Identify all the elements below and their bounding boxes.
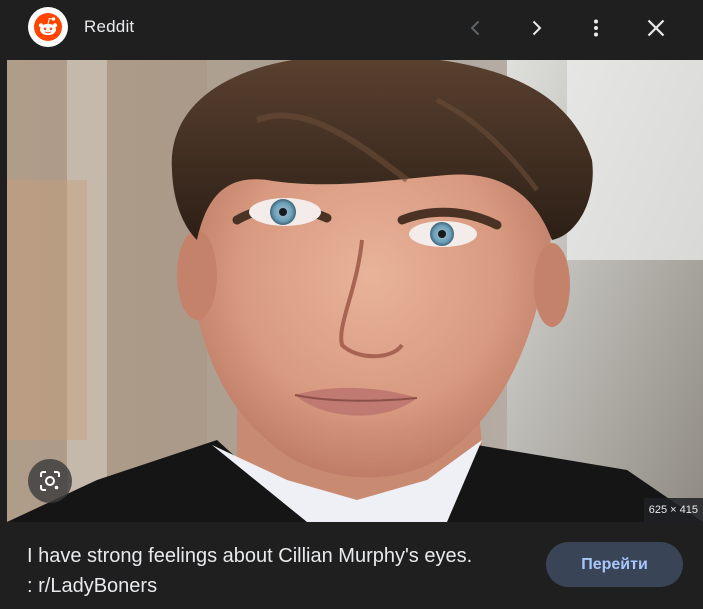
google-lens-icon [40, 471, 60, 491]
site-name[interactable]: Reddit [84, 17, 134, 37]
chevron-right-icon [532, 20, 542, 36]
image-preview-panel: Reddit 625 × 415 I have strong feelings … [0, 0, 703, 609]
close-button[interactable] [636, 8, 676, 48]
preview-image[interactable]: 625 × 415 [7, 60, 703, 522]
portrait-photo [7, 60, 703, 522]
result-title-line-1[interactable]: I have strong feelings about Cillian Mur… [27, 541, 537, 571]
reddit-logo-icon[interactable] [28, 7, 68, 47]
result-title-line-2[interactable]: : r/LadyBoners [27, 571, 537, 601]
previous-button[interactable] [456, 8, 496, 48]
close-icon [647, 19, 665, 37]
more-options-button[interactable] [576, 8, 616, 48]
chevron-left-icon [470, 20, 480, 36]
more-vert-icon [594, 19, 598, 37]
result-title[interactable]: I have strong feelings about Cillian Mur… [27, 541, 537, 601]
google-lens-button[interactable] [28, 459, 72, 503]
next-button[interactable] [516, 8, 556, 48]
preview-header: Reddit [0, 0, 703, 56]
image-dimensions-badge: 625 × 415 [643, 498, 703, 522]
visit-button[interactable]: Перейти [546, 542, 683, 587]
